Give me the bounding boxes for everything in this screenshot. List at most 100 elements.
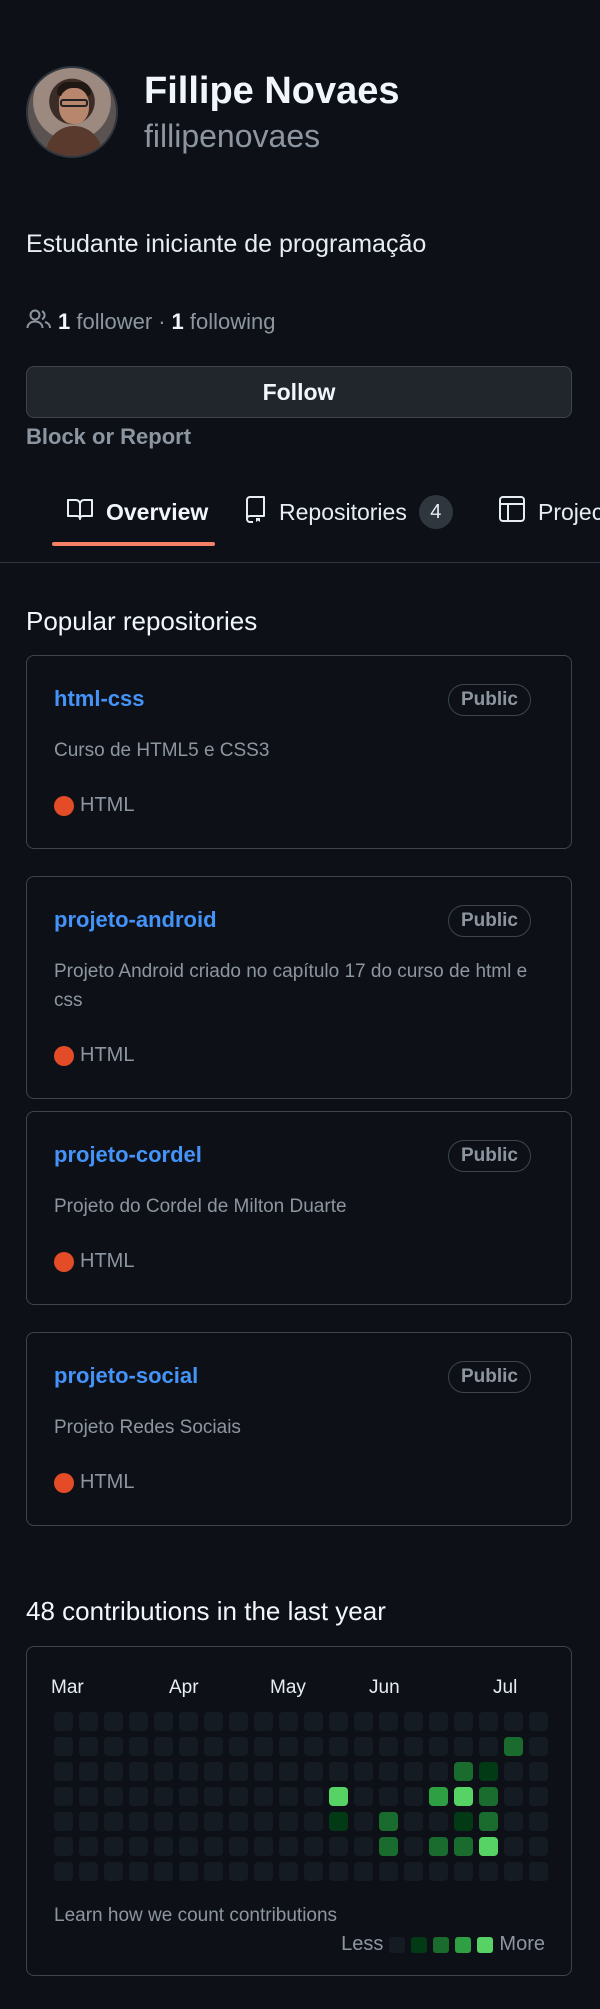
follow-button[interactable]: Follow [26,366,572,418]
contribution-day[interactable] [379,1737,398,1756]
contribution-day[interactable] [354,1762,373,1781]
contribution-day[interactable] [329,1812,348,1831]
contribution-day[interactable] [54,1712,73,1731]
contribution-day[interactable] [279,1787,298,1806]
contribution-day[interactable] [329,1862,348,1881]
contribution-day[interactable] [179,1837,198,1856]
contribution-day[interactable] [229,1787,248,1806]
contribution-day[interactable] [279,1737,298,1756]
contribution-day[interactable] [129,1862,148,1881]
contribution-day[interactable] [104,1712,123,1731]
contribution-day[interactable] [354,1862,373,1881]
contribution-day[interactable] [429,1762,448,1781]
tab-projects[interactable]: Projects [498,492,600,532]
contribution-day[interactable] [429,1812,448,1831]
avatar[interactable] [26,66,118,158]
contribution-day[interactable] [254,1712,273,1731]
contribution-day[interactable] [204,1837,223,1856]
contribution-day[interactable] [504,1712,523,1731]
contribution-day[interactable] [54,1862,73,1881]
contribution-day[interactable] [279,1812,298,1831]
contribution-day[interactable] [479,1712,498,1731]
contribution-day[interactable] [79,1712,98,1731]
repo-name-link[interactable]: html-css [54,686,144,712]
contribution-day[interactable] [204,1712,223,1731]
contribution-day[interactable] [479,1737,498,1756]
contribution-day[interactable] [154,1712,173,1731]
contribution-day[interactable] [429,1737,448,1756]
tab-overview[interactable]: Overview [66,492,208,532]
contribution-day[interactable] [454,1862,473,1881]
contribution-day[interactable] [404,1762,423,1781]
contribution-day[interactable] [304,1787,323,1806]
contribution-day[interactable] [154,1812,173,1831]
contribution-day[interactable] [179,1712,198,1731]
contribution-day[interactable] [104,1812,123,1831]
contribution-day[interactable] [479,1812,498,1831]
contribution-day[interactable] [154,1787,173,1806]
contribution-day[interactable] [404,1812,423,1831]
contribution-day[interactable] [154,1762,173,1781]
contribution-day[interactable] [229,1837,248,1856]
contribution-day[interactable] [154,1862,173,1881]
contribution-day[interactable] [79,1762,98,1781]
contribution-day[interactable] [504,1837,523,1856]
contribution-day[interactable] [54,1737,73,1756]
tab-repositories[interactable]: Repositories 4 [243,492,453,532]
contribution-day[interactable] [529,1712,548,1731]
contribution-day[interactable] [504,1812,523,1831]
contribution-day[interactable] [529,1762,548,1781]
contribution-day[interactable] [254,1787,273,1806]
contribution-day[interactable] [129,1762,148,1781]
contribution-day[interactable] [479,1762,498,1781]
contribution-day[interactable] [454,1787,473,1806]
contribution-day[interactable] [354,1837,373,1856]
contribution-day[interactable] [379,1837,398,1856]
contribution-day[interactable] [354,1812,373,1831]
contribution-day[interactable] [254,1862,273,1881]
contribution-day[interactable] [304,1812,323,1831]
contribution-day[interactable] [229,1862,248,1881]
contribution-day[interactable] [104,1737,123,1756]
contribution-day[interactable] [304,1712,323,1731]
contribution-day[interactable] [229,1712,248,1731]
contribution-day[interactable] [179,1762,198,1781]
contribution-day[interactable] [404,1837,423,1856]
block-or-report-link[interactable]: Block or Report [26,424,191,450]
repo-name-link[interactable]: projeto-cordel [54,1142,202,1168]
repo-name-link[interactable]: projeto-social [54,1363,198,1389]
contribution-day[interactable] [379,1712,398,1731]
contribution-day[interactable] [179,1787,198,1806]
contribution-day[interactable] [229,1812,248,1831]
repo-name-link[interactable]: projeto-android [54,907,217,933]
contribution-day[interactable] [254,1812,273,1831]
contribution-day[interactable] [129,1837,148,1856]
contribution-day[interactable] [179,1812,198,1831]
contribution-day[interactable] [129,1737,148,1756]
contribution-day[interactable] [379,1762,398,1781]
contribution-day[interactable] [404,1737,423,1756]
contribution-day[interactable] [504,1737,523,1756]
contribution-day[interactable] [529,1737,548,1756]
following-link[interactable]: 1 following [172,309,276,335]
contribution-day[interactable] [454,1812,473,1831]
contribution-day[interactable] [379,1812,398,1831]
contribution-day[interactable] [379,1787,398,1806]
contribution-day[interactable] [79,1862,98,1881]
contribution-day[interactable] [454,1737,473,1756]
followers-link[interactable]: 1 follower [58,309,152,335]
contribution-day[interactable] [479,1787,498,1806]
contribution-day[interactable] [304,1737,323,1756]
contribution-day[interactable] [304,1862,323,1881]
contribution-day[interactable] [54,1762,73,1781]
contribution-day[interactable] [104,1762,123,1781]
contribution-day[interactable] [204,1762,223,1781]
contribution-day[interactable] [329,1787,348,1806]
contribution-day[interactable] [79,1837,98,1856]
contribution-day[interactable] [504,1787,523,1806]
contribution-day[interactable] [329,1762,348,1781]
contribution-day[interactable] [404,1862,423,1881]
contribution-day[interactable] [129,1787,148,1806]
contribution-day[interactable] [254,1737,273,1756]
contribution-day[interactable] [229,1737,248,1756]
